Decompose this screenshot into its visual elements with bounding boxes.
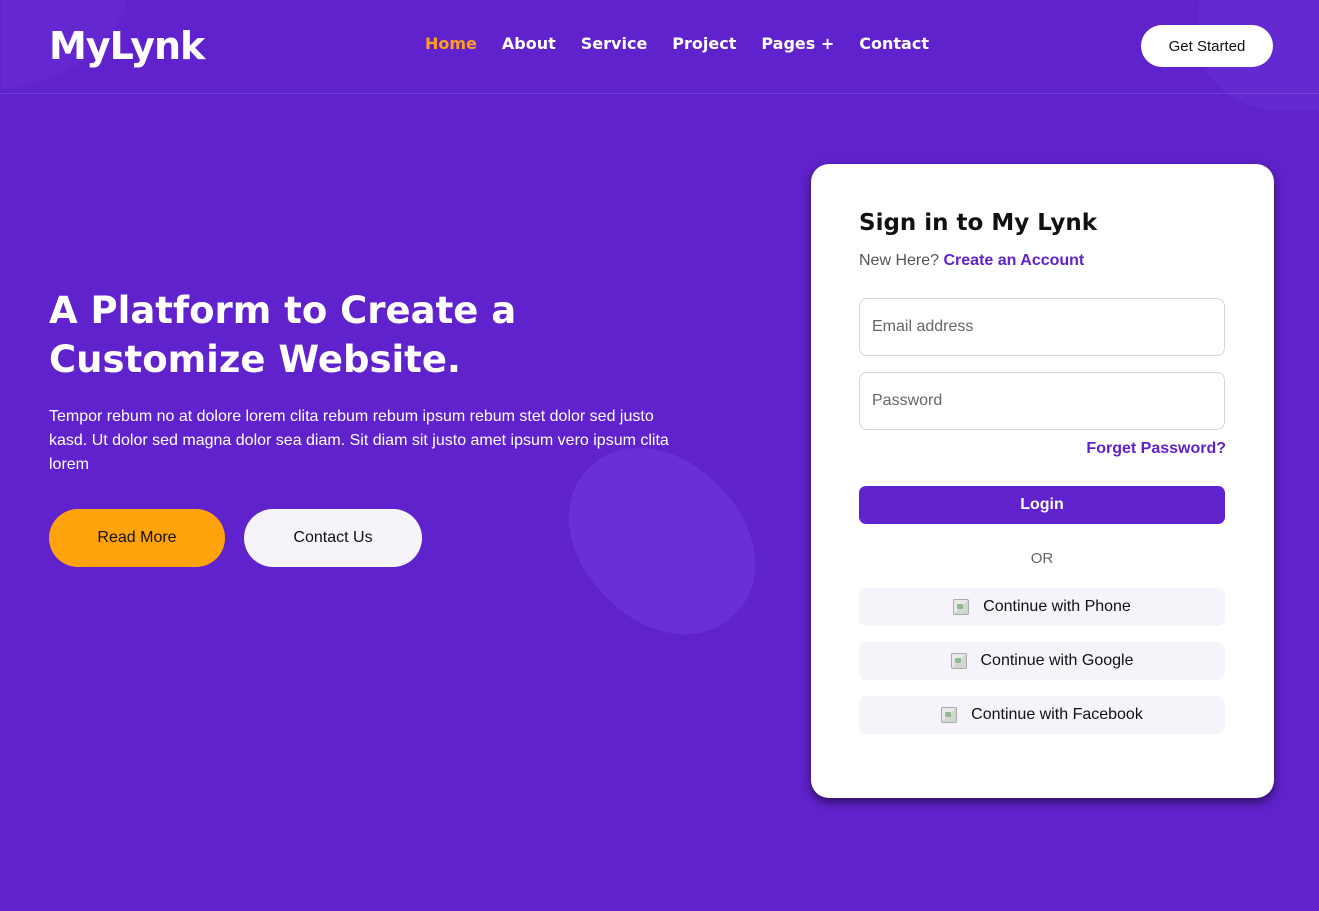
nav-service[interactable]: Service xyxy=(581,34,648,53)
nav-project[interactable]: Project xyxy=(672,34,736,53)
password-field[interactable] xyxy=(859,372,1225,430)
phone-icon xyxy=(953,599,970,615)
google-icon xyxy=(950,653,967,669)
page: MyLynk Home About Service Project Pages … xyxy=(1,0,1319,911)
read-more-button[interactable]: Read More xyxy=(49,509,225,567)
login-button[interactable]: Login xyxy=(859,486,1225,524)
continue-phone-label: Continue with Phone xyxy=(983,598,1131,615)
continue-facebook-button[interactable]: Continue with Facebook xyxy=(859,696,1225,734)
nav-home[interactable]: Home xyxy=(425,34,477,53)
hero-description: Tempor rebum no at dolore lorem clita re… xyxy=(49,408,669,473)
forgot-password-link[interactable]: Forget Password? xyxy=(1086,440,1226,458)
site-header: MyLynk Home About Service Project Pages … xyxy=(1,0,1319,94)
continue-google-label: Continue with Google xyxy=(980,652,1134,669)
nav-about[interactable]: About xyxy=(502,34,556,53)
signin-subtitle: New Here? Create an Account xyxy=(859,252,1084,270)
site-logo[interactable]: MyLynk xyxy=(49,24,205,68)
signin-title: Sign in to My Lynk xyxy=(859,210,1098,236)
email-field[interactable] xyxy=(859,298,1225,356)
continue-phone-button[interactable]: Continue with Phone xyxy=(859,588,1225,626)
facebook-icon xyxy=(941,707,958,723)
nav-pages-dropdown[interactable]: Pages + xyxy=(761,34,834,53)
continue-google-button[interactable]: Continue with Google xyxy=(859,642,1225,680)
nav-contact[interactable]: Contact xyxy=(859,34,929,53)
main-nav: Home About Service Project Pages + Conta… xyxy=(425,34,929,53)
or-divider: OR xyxy=(1030,550,1054,567)
new-here-label: New Here? xyxy=(859,252,940,269)
contact-us-button[interactable]: Contact Us xyxy=(244,509,422,567)
hero-title: A Platform to Create a Customize Website… xyxy=(49,289,517,381)
create-account-link[interactable]: Create an Account xyxy=(943,252,1084,269)
get-started-button[interactable]: Get Started xyxy=(1141,25,1273,67)
signin-card: Sign in to My Lynk New Here? Create an A… xyxy=(811,164,1274,798)
continue-facebook-label: Continue with Facebook xyxy=(971,706,1143,723)
